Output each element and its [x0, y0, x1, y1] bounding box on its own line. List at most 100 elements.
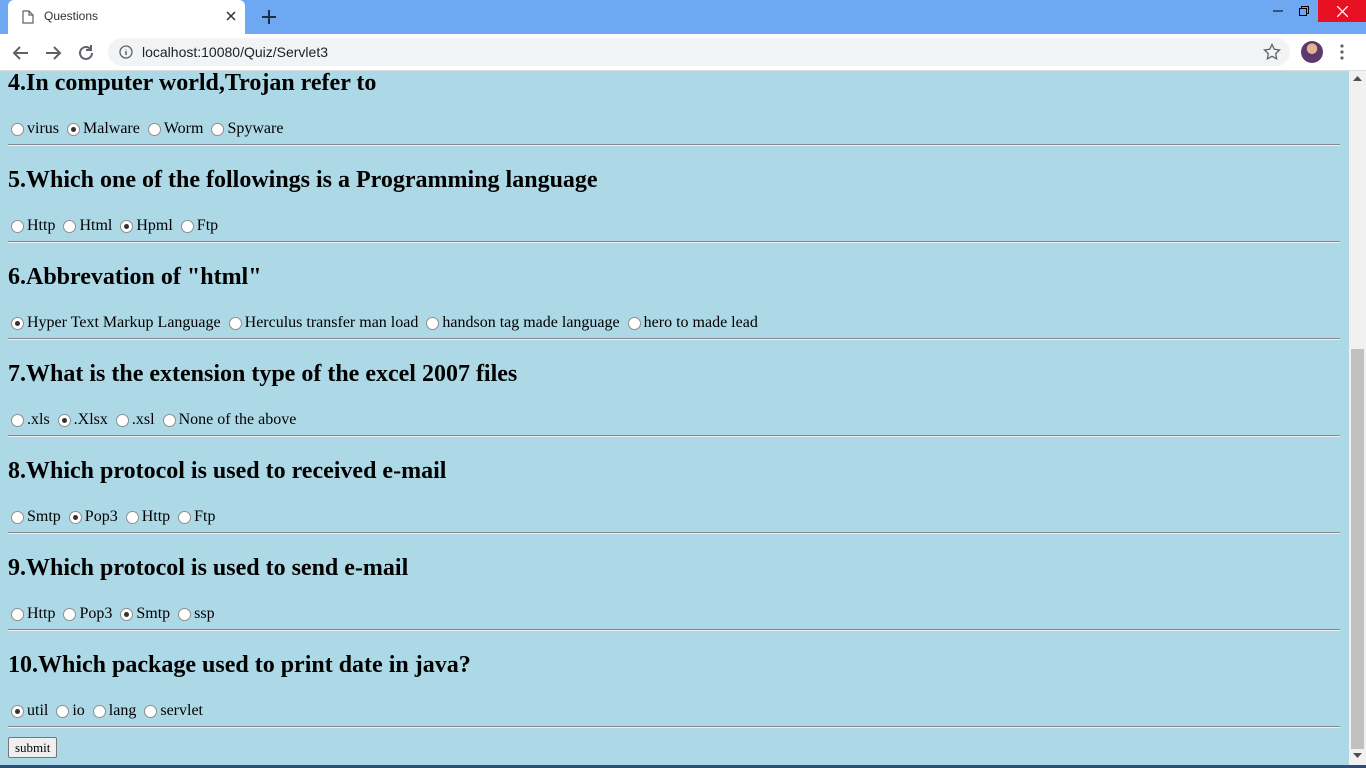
answer-option[interactable]: Pop3	[66, 508, 118, 526]
scroll-down-icon[interactable]	[1353, 753, 1362, 759]
option-label: Worm	[163, 120, 204, 137]
back-arrow-icon[interactable]	[11, 43, 31, 63]
radio-button[interactable]	[627, 316, 641, 330]
bookmark-star-icon[interactable]	[1263, 43, 1281, 61]
answer-option[interactable]: io	[53, 702, 85, 720]
option-label: Html	[79, 217, 113, 234]
answer-option[interactable]: Herculus transfer man load	[226, 314, 418, 332]
answer-option[interactable]: Pop3	[60, 605, 112, 623]
url-text: localhost:10080/Quiz/Servlet3	[142, 44, 328, 60]
answer-option[interactable]: .xsl	[113, 411, 155, 429]
radio-button[interactable]	[211, 122, 225, 136]
radio-button[interactable]	[125, 510, 139, 524]
radio-button[interactable]	[63, 219, 77, 233]
answer-option[interactable]: lang	[90, 702, 137, 720]
answer-options: Smtp Pop3 Http Ftp	[8, 507, 221, 527]
answer-option[interactable]: servlet	[141, 702, 203, 720]
option-label: lang	[108, 702, 137, 719]
answer-options: util io lang servlet	[8, 701, 208, 721]
reload-icon[interactable]	[76, 43, 96, 63]
answer-option[interactable]: .xls	[8, 411, 50, 429]
answer-option[interactable]: hero to made lead	[625, 314, 758, 332]
answer-option[interactable]: Http	[8, 217, 55, 235]
radio-button[interactable]	[115, 413, 129, 427]
radio-button[interactable]	[57, 413, 71, 427]
option-label: Http	[27, 605, 56, 622]
new-tab-icon[interactable]	[260, 8, 278, 26]
divider	[8, 726, 1340, 728]
answer-option[interactable]: Hpml	[117, 217, 173, 235]
option-label: Smtp	[27, 508, 61, 525]
question-title: 6.Abbrevation of "html"	[8, 264, 262, 290]
radio-button[interactable]	[11, 607, 24, 621]
page-viewport: 4.In computer world,Trojan refer to virus…	[0, 71, 1349, 768]
answer-option[interactable]: Smtp	[8, 508, 61, 526]
radio-button[interactable]	[147, 122, 161, 136]
answer-option[interactable]: Smtp	[117, 605, 170, 623]
option-label: Spyware	[227, 120, 284, 137]
radio-button[interactable]	[11, 510, 24, 524]
radio-button[interactable]	[120, 607, 134, 621]
scrollbar-thumb[interactable]	[1351, 349, 1364, 749]
question-title: 9.Which protocol is used to send e-mail	[8, 555, 409, 581]
close-window-button[interactable]	[1318, 0, 1366, 22]
info-icon[interactable]	[119, 45, 133, 59]
option-label: io	[72, 702, 85, 719]
question-block: 5.Which one of the followings is a Progr…	[8, 157, 1340, 254]
radio-button[interactable]	[178, 607, 192, 621]
option-label: Hyper Text Markup Language	[27, 314, 221, 331]
answer-option[interactable]: virus	[8, 120, 59, 138]
minimize-icon	[1273, 10, 1283, 12]
radio-button[interactable]	[11, 219, 24, 233]
radio-button[interactable]	[11, 704, 24, 718]
radio-button[interactable]	[63, 607, 77, 621]
option-label: ssp	[194, 605, 215, 622]
answer-option[interactable]: handson tag made language	[423, 314, 620, 332]
option-label: Hpml	[136, 217, 173, 234]
answer-option[interactable]: ssp	[175, 605, 215, 623]
question-block: 9.Which protocol is used to send e-mail H…	[8, 545, 1340, 642]
submit-button[interactable]: submit	[8, 737, 58, 758]
answer-option[interactable]: Worm	[145, 120, 204, 138]
radio-button[interactable]	[426, 316, 440, 330]
radio-button[interactable]	[120, 219, 134, 233]
answer-option[interactable]: Ftp	[178, 217, 218, 235]
vertical-scrollbar[interactable]	[1349, 71, 1366, 768]
profile-avatar[interactable]	[1301, 41, 1323, 63]
radio-button[interactable]	[180, 219, 194, 233]
radio-button[interactable]	[68, 510, 82, 524]
answer-option[interactable]: Spyware	[208, 120, 283, 138]
page-icon	[22, 10, 34, 24]
answer-option[interactable]: .Xlsx	[55, 411, 108, 429]
answer-option[interactable]: Malware	[64, 120, 140, 138]
tab-strip: Questions	[0, 0, 1366, 34]
option-label: Ftp	[194, 508, 216, 525]
answer-option[interactable]: None of the above	[160, 411, 296, 429]
radio-button[interactable]	[92, 704, 106, 718]
quiz-form: 4.In computer world,Trojan refer to virus…	[8, 71, 1340, 739]
browser-tab[interactable]: Questions	[8, 0, 245, 34]
restore-button[interactable]	[1289, 0, 1319, 22]
option-label: servlet	[160, 702, 203, 719]
radio-button[interactable]	[228, 316, 242, 330]
radio-button[interactable]	[144, 704, 158, 718]
question-title: 10.Which package used to print date in j…	[8, 652, 471, 678]
answer-option[interactable]: Html	[60, 217, 112, 235]
radio-button[interactable]	[11, 122, 24, 136]
answer-option[interactable]: Http	[8, 605, 55, 623]
forward-arrow-icon[interactable]	[43, 43, 63, 63]
radio-button[interactable]	[67, 122, 80, 136]
answer-option[interactable]: Hyper Text Markup Language	[8, 314, 221, 332]
radio-button[interactable]	[162, 413, 176, 427]
scroll-up-icon[interactable]	[1353, 75, 1362, 81]
radio-button[interactable]	[56, 704, 70, 718]
radio-button[interactable]	[11, 316, 24, 330]
radio-button[interactable]	[11, 413, 24, 427]
more-menu-icon[interactable]	[1336, 43, 1348, 61]
answer-option[interactable]: Ftp	[175, 508, 216, 526]
radio-button[interactable]	[178, 510, 192, 524]
answer-option[interactable]: util	[8, 702, 48, 720]
address-bar[interactable]: localhost:10080/Quiz/Servlet3	[108, 38, 1290, 66]
close-tab-icon[interactable]	[224, 9, 238, 23]
answer-option[interactable]: Http	[123, 508, 170, 526]
